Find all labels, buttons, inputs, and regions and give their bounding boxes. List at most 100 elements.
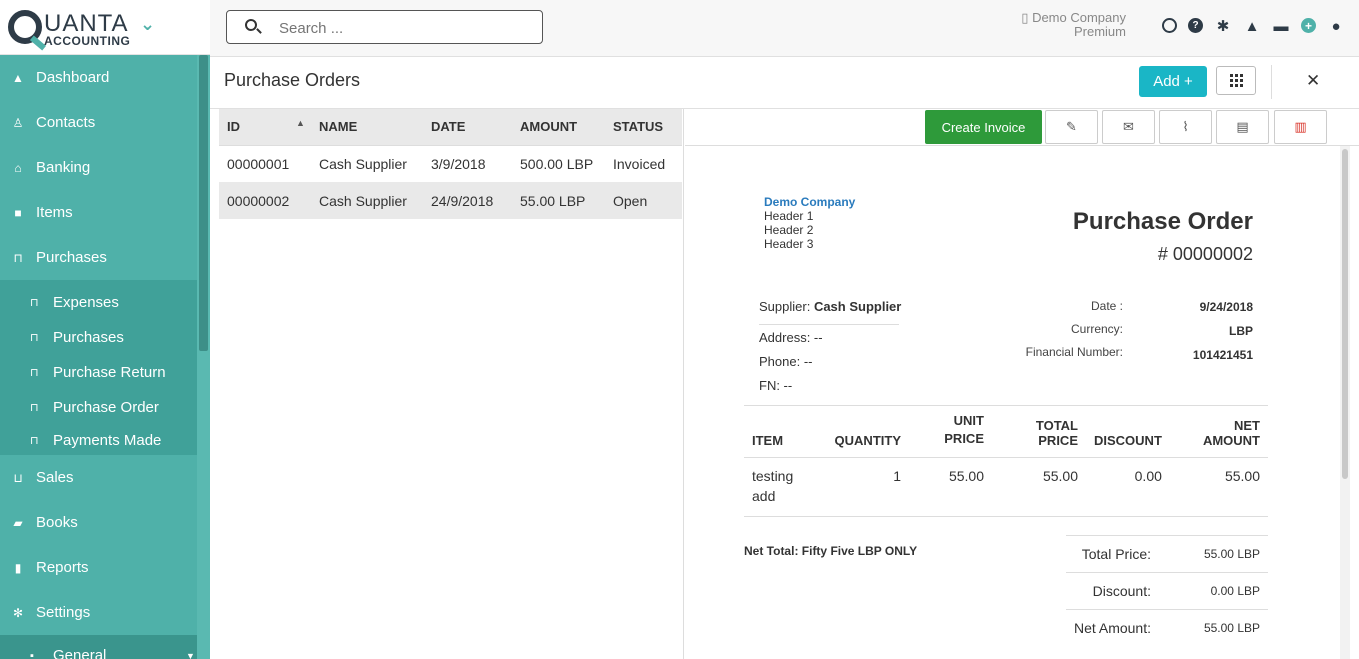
create-invoice-button[interactable]: Create Invoice: [925, 110, 1042, 144]
table-row[interactable]: 00000002 Cash Supplier 24/9/2018 55.00 L…: [219, 182, 682, 219]
add-circle-icon[interactable]: +: [1301, 18, 1316, 33]
close-icon[interactable]: ✕: [1306, 71, 1320, 91]
sidebar-item-dashboard[interactable]: ▲ Dashboard: [0, 55, 197, 100]
column-header-date[interactable]: DATE: [423, 109, 512, 146]
preview-scrollbar-thumb[interactable]: [1342, 149, 1348, 479]
total-value: 0.00 LBP: [1183, 572, 1268, 610]
sidebar-item-contacts[interactable]: ♙ Contacts: [0, 100, 197, 145]
basket-icon: ⊓: [30, 297, 39, 309]
sidebar-nav: ▲ Dashboard ♙ Contacts ⌂ Banking ■ Items ⊓ Pu…: [0, 55, 197, 659]
email-button[interactable]: ✉: [1102, 110, 1155, 144]
edit-button[interactable]: ✎: [1045, 110, 1098, 144]
caret-down-icon: ▼: [186, 650, 195, 659]
total-label: Net Amount:: [1066, 609, 1183, 647]
column-header-status[interactable]: STATUS: [605, 109, 682, 146]
sidebar-item-items[interactable]: ■ Items: [0, 190, 197, 235]
user-icon[interactable]: ●: [1327, 17, 1345, 35]
sidebar-subitem-expenses[interactable]: ⊓ Expenses: [0, 285, 197, 320]
total-value: 55.00 LBP: [1183, 535, 1268, 573]
clock-icon[interactable]: [1162, 18, 1177, 33]
basket-icon: ⊓: [30, 402, 39, 414]
sidebar-subitem-purchase-order[interactable]: ⊓ Purchase Order: [0, 390, 197, 425]
column-header-discount: DISCOUNT: [1086, 405, 1170, 458]
attach-button[interactable]: ⌇: [1159, 110, 1212, 144]
sidebar-subitem-purchases[interactable]: ⊓ Purchases: [0, 320, 197, 355]
help-icon[interactable]: ?: [1188, 18, 1203, 33]
plan-label: Premium: [1073, 24, 1126, 39]
column-header-name[interactable]: NAME: [311, 109, 423, 146]
sidebar-item-label: Settings: [36, 604, 91, 621]
bell-icon[interactable]: ▲: [1243, 17, 1261, 35]
folder-icon[interactable]: ▬: [1272, 17, 1290, 35]
chevron-down-icon[interactable]: ⌄: [140, 14, 155, 35]
meta-value-currency: LBP: [1229, 324, 1253, 338]
sidebar-item-banking[interactable]: ⌂ Banking: [0, 145, 197, 190]
brand-sub: ACCOUNTING: [44, 34, 131, 48]
column-header-total-price: TOTAL PRICE: [992, 405, 1086, 458]
bar-chart-icon: ▮: [14, 560, 22, 575]
sidebar-item-label: Banking: [36, 159, 91, 176]
grid-view-button[interactable]: [1216, 66, 1256, 95]
sidebar-subitem-label: Purchase Order: [53, 399, 159, 416]
sidebar-scrollbar-thumb[interactable]: [199, 55, 208, 351]
sidebar-subitem-purchase-return[interactable]: ⊓ Purchase Return: [0, 355, 197, 390]
sidebar-subitem-label: General: [53, 647, 107, 659]
sidebar-item-label: Contacts: [36, 114, 96, 131]
sidebar-subitem-label: Purchases: [53, 329, 124, 346]
supplier: Supplier: Cash Supplier: [759, 299, 901, 314]
chart-area-icon: ▲: [12, 70, 24, 85]
gear-icon: ✻: [12, 605, 24, 620]
cell-unit-price: 55.00: [909, 457, 992, 517]
cell-id: 00000002: [219, 182, 311, 219]
sort-up-icon[interactable]: ▲: [296, 118, 305, 128]
column-label: STATUS: [613, 119, 664, 135]
sidebar-item-settings[interactable]: ✻ Settings: [0, 590, 197, 635]
basket-icon: ⊓: [30, 434, 39, 447]
table-row[interactable]: 00000001 Cash Supplier 3/9/2018 500.00 L…: [219, 145, 682, 182]
sidebar-subitem-general[interactable]: ▪ General ▼: [0, 635, 197, 659]
purchase-orders-list: ID ▲ NAME DATE AMOUNT STATUS 00000001 Cas…: [210, 109, 684, 659]
search-icon: [245, 19, 257, 31]
header-line-3: Header 3: [764, 237, 814, 251]
cell-net-amount: 55.00: [1169, 457, 1268, 517]
sidebar-item-books[interactable]: ▰ Books: [0, 500, 197, 545]
top-icons: ? ✱ ▲ ▬ + ●: [1162, 17, 1345, 35]
supplier-phone: Phone: --: [759, 354, 813, 369]
sidebar-item-label: Reports: [36, 559, 89, 576]
column-header-item: ITEM: [744, 405, 822, 458]
company-info[interactable]: ▯ Demo Company Premium: [1021, 11, 1126, 39]
document-number: # 00000002: [1157, 244, 1253, 264]
search-input[interactable]: [279, 17, 529, 39]
list-header-row: ID ▲ NAME DATE AMOUNT STATUS: [219, 109, 682, 146]
print-button[interactable]: ▤: [1216, 110, 1269, 144]
divider: [759, 324, 899, 325]
cell-date: 24/9/2018: [423, 182, 512, 219]
sidebar-item-sales[interactable]: ⊔ Sales: [0, 455, 197, 500]
sidebar-item-label: Dashboard: [36, 69, 110, 86]
grid-icon: [1229, 74, 1243, 87]
header-line-1: Header 1: [764, 209, 814, 223]
page-header: Purchase Orders Add + ✕: [210, 57, 1359, 109]
column-header-amount[interactable]: AMOUNT: [512, 109, 605, 146]
total-label: Discount:: [1066, 572, 1183, 610]
grid-icon: ▪: [30, 649, 34, 659]
delete-button[interactable]: ▥: [1274, 110, 1327, 144]
sidebar-subitem-payments-made[interactable]: ⊓ Payments Made: [0, 425, 197, 455]
supplier-fn: FN: --: [759, 378, 793, 393]
column-label: PRICE: [944, 431, 984, 446]
trash-icon: ▥: [1294, 119, 1307, 134]
add-button[interactable]: Add +: [1139, 66, 1207, 97]
basket-icon: ⊓: [30, 367, 39, 379]
sidebar-item-reports[interactable]: ▮ Reports: [0, 545, 197, 590]
brand-logo[interactable]: UANTA ACCOUNTING ⌄: [0, 0, 210, 55]
bank-icon: ⌂: [14, 160, 22, 175]
search-box[interactable]: [226, 10, 543, 44]
purchases-submenu: ⊓ Expenses ⊓ Purchases ⊓ Purchase Return ⊓ P…: [0, 280, 197, 455]
cell-name: Cash Supplier: [319, 155, 407, 172]
column-header-unit-price: UNIT PRICE: [909, 405, 992, 458]
gear-icon[interactable]: ✱: [1214, 17, 1232, 35]
column-label: AMOUNT: [520, 119, 578, 135]
cell-status: Invoiced: [613, 155, 666, 172]
sidebar-item-purchases[interactable]: ⊓ Purchases: [0, 235, 197, 280]
column-header-id[interactable]: ID ▲: [219, 109, 311, 146]
